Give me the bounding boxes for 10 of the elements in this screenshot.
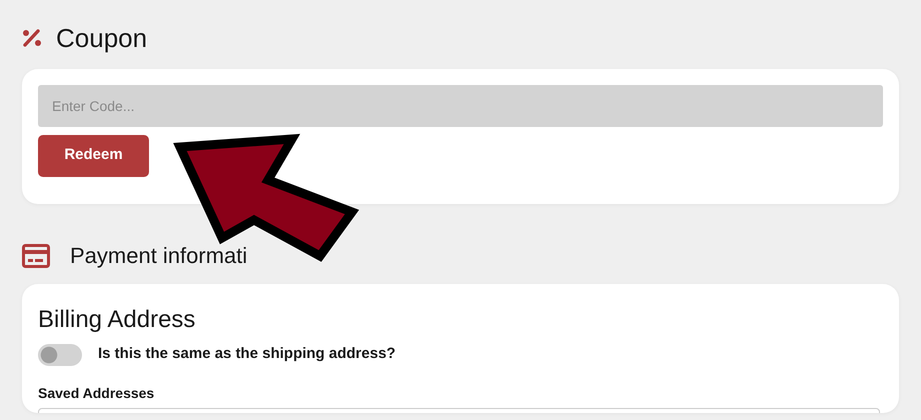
- credit-card-icon: [22, 244, 50, 268]
- section-title: Payment informati: [70, 244, 248, 268]
- redeem-button[interactable]: Redeem: [38, 134, 149, 177]
- billing-title: Billing Address: [38, 306, 196, 335]
- percent-icon: [22, 29, 42, 48]
- field-label: Saved Addresses: [38, 384, 156, 403]
- code-field[interactable]: Enter Code...: [38, 84, 883, 127]
- toggle-switch[interactable]: [38, 344, 82, 366]
- section-title: Coupon: [56, 24, 148, 53]
- toggle-label: Is this the same as the shipping address?: [98, 344, 396, 364]
